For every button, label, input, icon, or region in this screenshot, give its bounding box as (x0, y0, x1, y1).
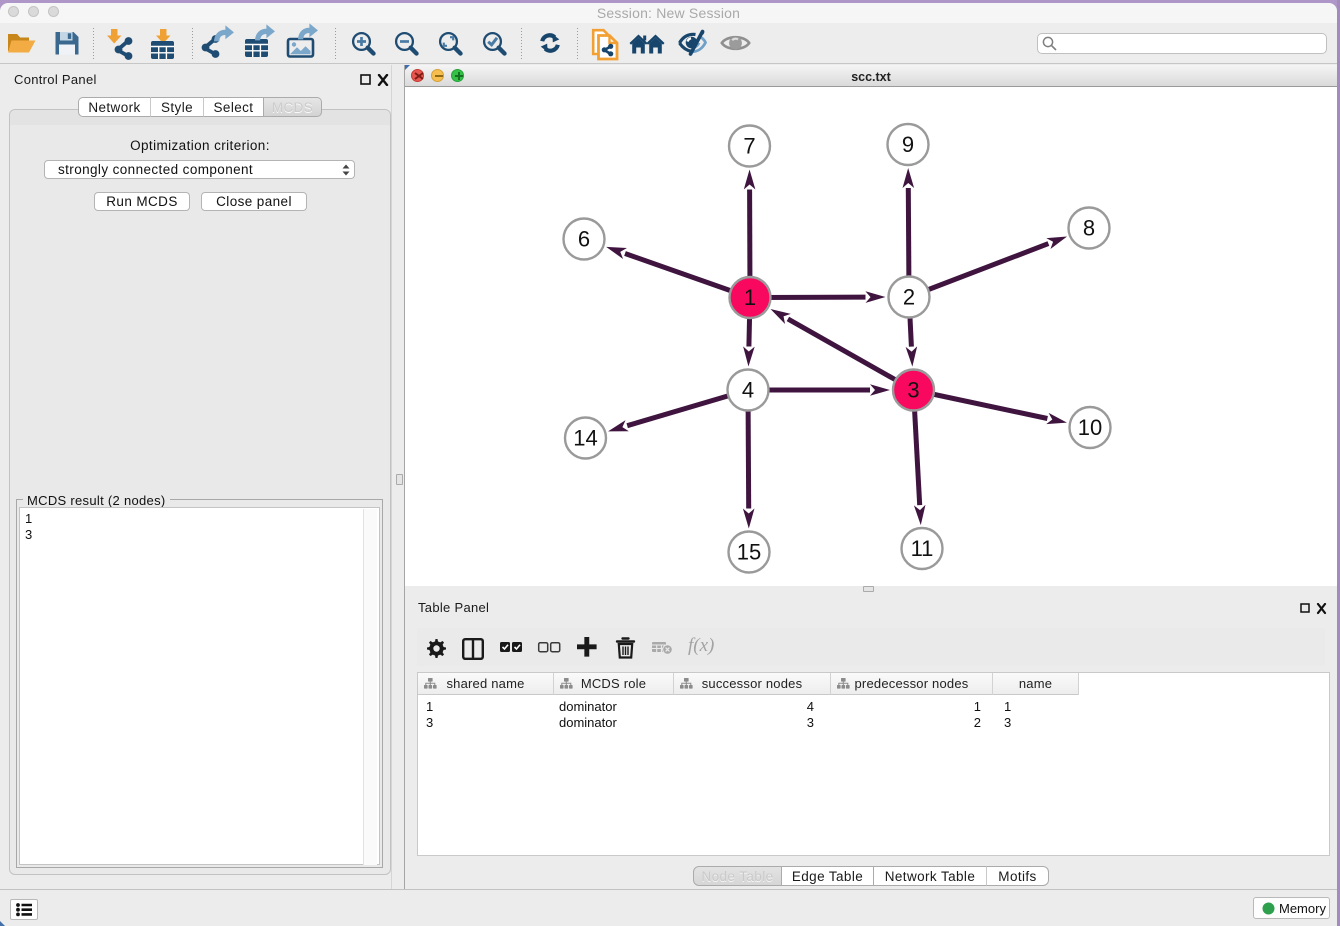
svg-text:7: 7 (743, 134, 755, 159)
svg-text:8: 8 (1083, 216, 1095, 241)
svg-text:6: 6 (578, 227, 590, 252)
svg-text:1: 1 (744, 285, 756, 310)
svg-text:3: 3 (907, 378, 919, 403)
svg-text:10: 10 (1078, 415, 1102, 440)
svg-text:15: 15 (737, 540, 761, 565)
svg-text:14: 14 (573, 426, 597, 451)
svg-text:11: 11 (911, 536, 934, 561)
svg-text:4: 4 (742, 378, 754, 403)
svg-text:2: 2 (903, 285, 915, 310)
svg-text:9: 9 (902, 132, 914, 157)
